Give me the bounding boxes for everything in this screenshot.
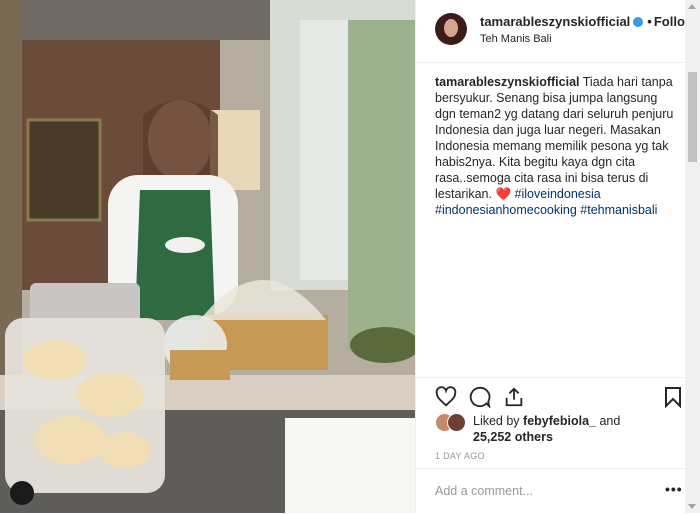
location-link[interactable]: Teh Manis Bali bbox=[480, 33, 552, 45]
user-tag-button[interactable] bbox=[10, 481, 34, 505]
heart-icon[interactable] bbox=[435, 386, 457, 413]
comment-box: Add a comment... ••• bbox=[416, 468, 686, 514]
comment-icon[interactable] bbox=[469, 386, 491, 413]
likes-section: Liked by febyfebiola_ and 25,252 others bbox=[435, 413, 675, 445]
heart-emoji: ❤️ bbox=[495, 187, 512, 201]
scroll-down-arrow-icon[interactable] bbox=[688, 504, 696, 509]
share-icon[interactable] bbox=[503, 386, 525, 413]
liked-by-text: Liked by febyfebiola_ and 25,252 others bbox=[473, 413, 620, 445]
liked-by-prefix: Liked by bbox=[473, 414, 520, 428]
liker-avatar[interactable] bbox=[447, 413, 466, 432]
post-photo-image bbox=[0, 0, 415, 513]
caption-text: Tiada hari tanpa bersyukur. Senang bisa … bbox=[435, 75, 674, 201]
likes-count[interactable]: 25,252 others bbox=[473, 430, 553, 444]
comment-input[interactable]: Add a comment... bbox=[435, 484, 533, 498]
liker-avatars[interactable] bbox=[435, 413, 469, 432]
avatar[interactable] bbox=[435, 13, 467, 45]
header-username[interactable]: tamarableszynskiofficial bbox=[480, 14, 630, 29]
post-photo[interactable] bbox=[0, 0, 415, 513]
post-timestamp[interactable]: 1 DAY AGO bbox=[435, 451, 485, 461]
post-header: tamarableszynskiofficial•Following Teh M… bbox=[416, 0, 700, 63]
liked-by-user[interactable]: febyfebiola_ bbox=[523, 414, 596, 428]
liked-by-connector: and bbox=[599, 414, 621, 428]
post-caption: tamarableszynskiofficial Tiada hari tanp… bbox=[435, 74, 675, 218]
more-options-icon[interactable]: ••• bbox=[665, 481, 683, 497]
post-details-panel: tamarableszynskiofficial•Following Teh M… bbox=[415, 0, 700, 514]
caption-username[interactable]: tamarableszynskiofficial bbox=[435, 75, 580, 89]
scroll-up-arrow-icon[interactable] bbox=[688, 4, 696, 9]
header-username-row: tamarableszynskiofficial•Following bbox=[480, 14, 700, 29]
hashtag-tehmanisbali[interactable]: #tehmanisbali bbox=[580, 203, 657, 217]
scroll-thumb[interactable] bbox=[688, 72, 697, 162]
bookmark-icon[interactable] bbox=[664, 386, 682, 413]
separator-dot: • bbox=[647, 14, 652, 29]
hashtag-indonesianhomecooking[interactable]: #indonesianhomecooking bbox=[435, 203, 577, 217]
hashtag-iloveindonesia[interactable]: #iloveindonesia bbox=[515, 187, 601, 201]
scrollbar[interactable] bbox=[685, 0, 700, 513]
verified-badge-icon bbox=[633, 17, 644, 27]
action-bar bbox=[416, 377, 686, 414]
